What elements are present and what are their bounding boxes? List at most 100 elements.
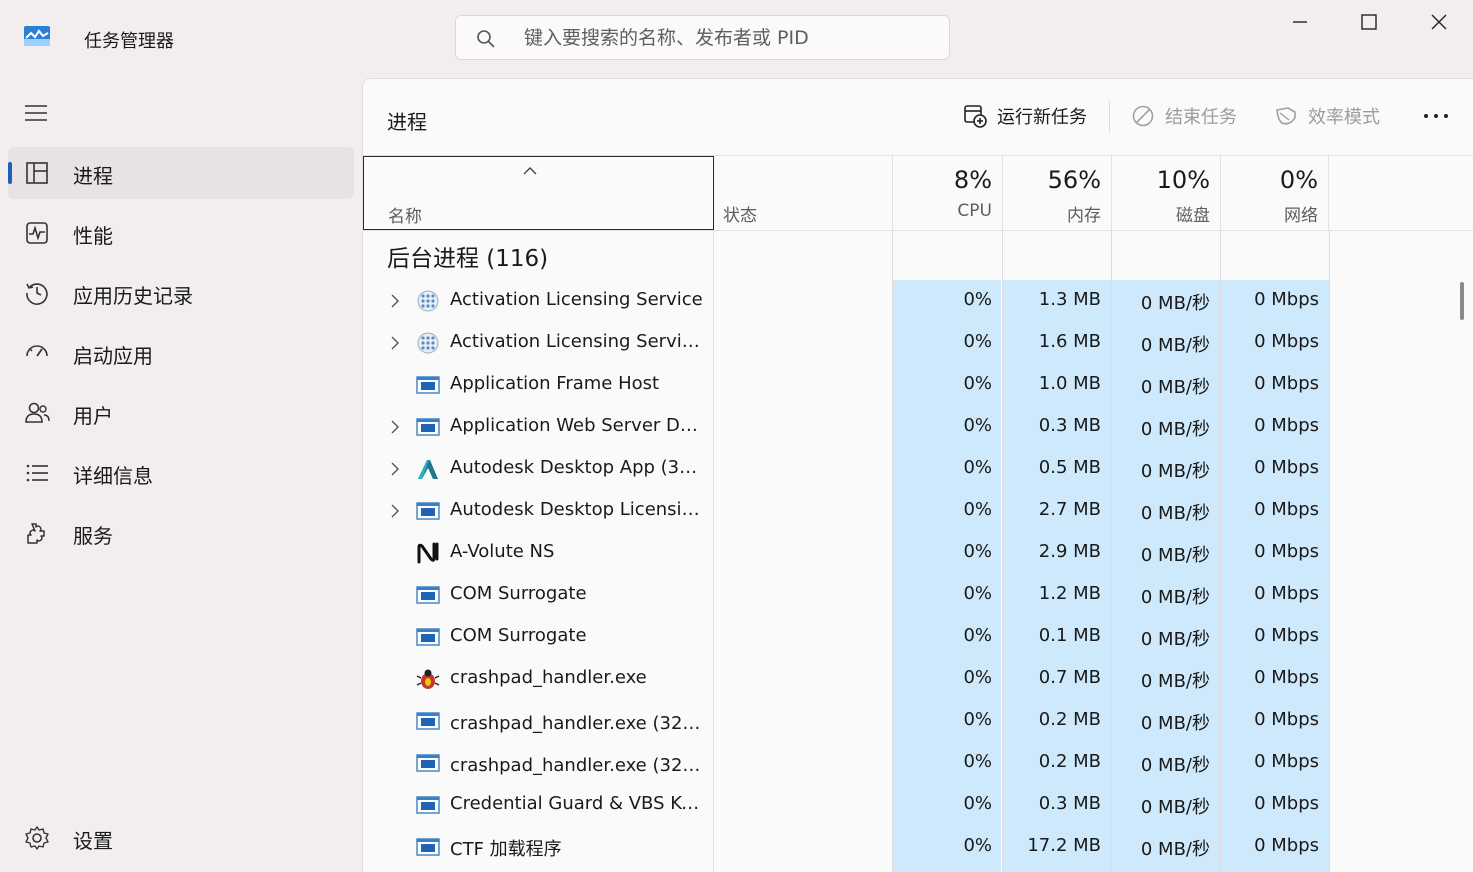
process-row[interactable]: COM Surrogate 0% 0.1 MB 0 MB/秒 0 Mbps xyxy=(363,616,1448,658)
process-row[interactable]: CTF 加载程序 0% 17.2 MB 0 MB/秒 0 Mbps xyxy=(363,826,1448,868)
toolbar-divider xyxy=(1109,101,1110,133)
cpu-value: 0% xyxy=(963,583,992,604)
network-value: 0 Mbps xyxy=(1254,457,1319,478)
network-value: 0 Mbps xyxy=(1254,751,1319,772)
window-app-icon xyxy=(416,416,440,438)
maximize-button[interactable] xyxy=(1334,0,1404,44)
process-name: Activation Licensing Service... xyxy=(450,331,705,352)
service-grid-icon xyxy=(416,290,440,312)
title-bar: 任务管理器 xyxy=(0,0,1473,78)
active-indicator xyxy=(8,162,12,184)
process-row[interactable]: Credential Guard & VBS Ke... 0% 0.3 MB 0 MB… xyxy=(363,784,1448,826)
search-box[interactable] xyxy=(455,15,950,60)
disk-value: 0 MB/秒 xyxy=(1140,377,1210,398)
process-row[interactable]: Application Frame Host 0% 1.0 MB 0 MB/秒 0 Mb… xyxy=(363,364,1448,406)
window-app-icon xyxy=(416,626,440,648)
process-row[interactable]: Activation Licensing Service... 0% 1.6 MB 0… xyxy=(363,322,1448,364)
sidebar-item-label: 服务 xyxy=(73,524,113,548)
process-row[interactable]: crashpad_handler.exe (32 位) 0% 0.2 MB 0 MB/… xyxy=(363,742,1448,784)
close-button[interactable] xyxy=(1404,0,1473,44)
process-row[interactable]: Activation Licensing Service 0% 1.3 MB 0 MB… xyxy=(363,280,1448,322)
sidebar-item-app-history[interactable]: 应用历史记录 xyxy=(8,267,354,319)
process-row[interactable]: A-Volute NS 0% 2.9 MB 0 MB/秒 0 Mbps xyxy=(363,532,1448,574)
process-name: COM Surrogate xyxy=(450,583,587,604)
cpu-total-percent: 8% xyxy=(953,166,992,194)
column-header-name[interactable]: 名称 xyxy=(363,156,714,230)
chevron-right-icon[interactable] xyxy=(388,461,402,477)
minimize-button[interactable] xyxy=(1265,0,1335,44)
cpu-value: 0% xyxy=(963,415,992,436)
memory-value: 2.9 MB xyxy=(1038,541,1101,562)
search-input[interactable] xyxy=(524,24,924,52)
more-options-button[interactable] xyxy=(1418,101,1454,131)
network-value: 0 Mbps xyxy=(1254,331,1319,352)
process-row[interactable]: Autodesk Desktop App (32 ... 0% 0.5 MB 0 MB… xyxy=(363,448,1448,490)
network-value: 0 Mbps xyxy=(1254,499,1319,520)
crashpad-bug-icon xyxy=(416,668,440,690)
chevron-right-icon[interactable] xyxy=(388,335,402,351)
column-header-disk[interactable]: 10% 磁盘 xyxy=(1111,156,1220,230)
cpu-value: 0% xyxy=(963,457,992,478)
search-icon xyxy=(477,30,495,48)
window-app-icon xyxy=(416,710,440,732)
process-row[interactable]: Application Web Server Da... 0% 0.3 MB 0 MB… xyxy=(363,406,1448,448)
column-header-cpu[interactable]: 8% CPU xyxy=(892,156,1002,230)
sidebar-item-users[interactable]: 用户 xyxy=(8,387,354,439)
process-name: Application Web Server Da... xyxy=(450,415,705,436)
memory-value: 0.2 MB xyxy=(1038,751,1101,772)
close-icon xyxy=(1431,14,1447,30)
window-app-icon xyxy=(416,752,440,774)
memory-value: 1.2 MB xyxy=(1038,583,1101,604)
disk-value: 0 MB/秒 xyxy=(1140,839,1210,860)
process-row[interactable]: crashpad_handler.exe 0% 0.7 MB 0 MB/秒 0 Mbps xyxy=(363,658,1448,700)
app-title: 任务管理器 xyxy=(84,31,174,52)
process-name: Application Frame Host xyxy=(450,373,660,394)
memory-label: 内存 xyxy=(1067,206,1101,226)
chevron-right-icon[interactable] xyxy=(388,419,402,435)
prohibited-icon xyxy=(1132,105,1154,127)
disk-value: 0 MB/秒 xyxy=(1140,503,1210,524)
cpu-value: 0% xyxy=(963,289,992,310)
sidebar-item-performance[interactable]: 性能 xyxy=(8,207,354,259)
memory-value: 0.3 MB xyxy=(1038,793,1101,814)
process-row[interactable]: crashpad_handler.exe (32 位) 0% 0.2 MB 0 MB/… xyxy=(363,700,1448,742)
network-value: 0 Mbps xyxy=(1254,625,1319,646)
process-name: A-Volute NS xyxy=(450,541,555,562)
disk-value: 0 MB/秒 xyxy=(1140,629,1210,650)
network-total-percent: 0% xyxy=(1279,166,1318,194)
cpu-value: 0% xyxy=(963,331,992,352)
run-new-task-button[interactable]: 运行新任务 xyxy=(963,101,1087,131)
scrollbar-thumb[interactable] xyxy=(1460,282,1464,320)
process-row[interactable]: Autodesk Desktop Licensin... 0% 2.7 MB 0 MB… xyxy=(363,490,1448,532)
sidebar-item-settings[interactable]: 设置 xyxy=(8,812,354,864)
sidebar-item-processes[interactable]: 进程 xyxy=(8,147,354,199)
column-header-network[interactable]: 0% 网络 xyxy=(1220,156,1329,230)
sidebar-item-startup-apps[interactable]: 启动应用 xyxy=(8,327,354,379)
end-task-button[interactable]: 结束任务 xyxy=(1131,101,1237,131)
disk-value: 0 MB/秒 xyxy=(1140,797,1210,818)
column-header-memory[interactable]: 56% 内存 xyxy=(1002,156,1111,230)
users-icon xyxy=(25,402,50,423)
disk-value: 0 MB/秒 xyxy=(1140,713,1210,734)
service-grid-icon xyxy=(416,332,440,354)
column-header-status[interactable]: 状态 xyxy=(723,201,757,226)
efficiency-mode-label: 效率模式 xyxy=(1308,107,1380,128)
hamburger-menu-icon[interactable] xyxy=(24,102,48,124)
chevron-right-icon[interactable] xyxy=(388,503,402,519)
efficiency-mode-button[interactable]: 效率模式 xyxy=(1274,101,1380,131)
chevron-right-icon[interactable] xyxy=(388,293,402,309)
disk-value: 0 MB/秒 xyxy=(1140,419,1210,440)
process-row[interactable]: COM Surrogate 0% 1.2 MB 0 MB/秒 0 Mbps xyxy=(363,574,1448,616)
sidebar-item-details[interactable]: 详细信息 xyxy=(8,447,354,499)
network-value: 0 Mbps xyxy=(1254,541,1319,562)
column-label-name: 名称 xyxy=(388,207,422,227)
network-label: 网络 xyxy=(1284,206,1318,226)
network-value: 0 Mbps xyxy=(1254,289,1319,310)
memory-value: 1.3 MB xyxy=(1038,289,1101,310)
sidebar-item-services[interactable]: 服务 xyxy=(8,507,354,559)
process-name: crashpad_handler.exe (32 位) xyxy=(450,713,705,734)
sidebar-item-label: 应用历史记录 xyxy=(73,284,193,308)
cpu-value: 0% xyxy=(963,625,992,646)
memory-value: 0.2 MB xyxy=(1038,709,1101,730)
performance-icon xyxy=(26,222,48,244)
